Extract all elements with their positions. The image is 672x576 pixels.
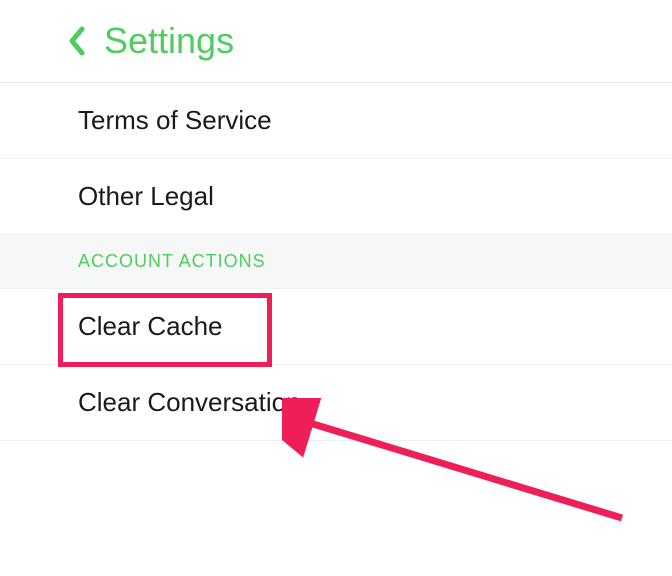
list-item-label: Terms of Service xyxy=(78,105,272,135)
list-item-other-legal[interactable]: Other Legal xyxy=(0,159,672,235)
page-title: Settings xyxy=(104,20,234,62)
list-item-clear-cache[interactable]: Clear Cache xyxy=(0,289,672,365)
list-item-label: Clear Cache xyxy=(78,311,223,341)
list-item-clear-conversation[interactable]: Clear Conversation xyxy=(0,365,672,441)
list-item-terms-of-service[interactable]: Terms of Service xyxy=(0,83,672,159)
section-header-account-actions: ACCOUNT ACTIONS xyxy=(0,235,672,289)
settings-header: Settings xyxy=(0,0,672,83)
highlight-wrapper: Clear Cache xyxy=(0,289,672,365)
list-item-label: Other Legal xyxy=(78,181,214,211)
section-header-label: ACCOUNT ACTIONS xyxy=(78,251,266,271)
back-icon[interactable] xyxy=(68,26,86,56)
list-item-label: Clear Conversation xyxy=(78,387,301,417)
